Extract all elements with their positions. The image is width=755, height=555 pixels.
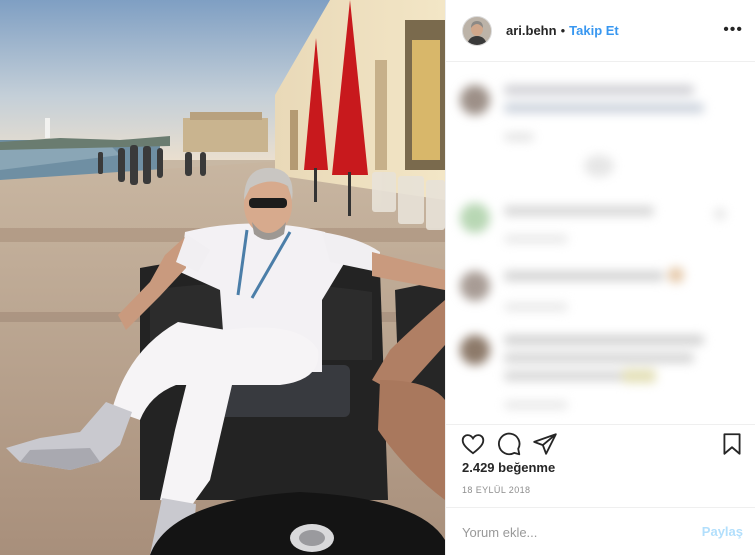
comment-text-blur xyxy=(504,353,694,363)
action-bar xyxy=(446,424,755,460)
comment-avatar xyxy=(460,85,490,115)
comment-input[interactable] xyxy=(462,522,692,542)
blurred-comments xyxy=(446,63,755,423)
heart-icon[interactable] xyxy=(460,431,486,457)
username-link[interactable]: ari.behn xyxy=(506,23,557,38)
comment-avatar xyxy=(460,271,490,301)
comment-meta-blur xyxy=(504,235,568,243)
comment-meta-blur xyxy=(504,303,568,311)
comment-meta-blur xyxy=(504,401,568,409)
comment-meta-blur xyxy=(504,133,534,141)
comment-text-blur xyxy=(504,371,624,381)
more-horizontal-icon[interactable]: ••• xyxy=(723,22,743,38)
photo-illustration xyxy=(0,0,445,555)
likes-count[interactable]: 2.429 beğenme xyxy=(462,460,555,475)
avatar-image xyxy=(463,16,491,45)
comment-text-blur xyxy=(504,271,664,281)
post-side-panel: ari.behn • Takip Et ••• 2.429 beğenme 18… xyxy=(445,0,755,555)
comment-text-blur xyxy=(504,335,704,345)
post-date[interactable]: 18 EYLÜL 2018 xyxy=(462,485,530,495)
post-comment-button[interactable]: Paylaş xyxy=(702,524,743,539)
separator-dot: • xyxy=(560,23,566,38)
comment-avatar xyxy=(460,203,490,233)
comment-text-blur xyxy=(504,103,704,113)
comment-icon[interactable] xyxy=(496,431,522,457)
comment-avatar xyxy=(460,335,490,365)
load-more-blur xyxy=(584,155,614,177)
bookmark-icon[interactable] xyxy=(719,431,745,457)
post-photo[interactable] xyxy=(0,0,445,555)
comment-form: Paylaş xyxy=(446,507,755,555)
comment-like-blur xyxy=(714,208,726,220)
comment-emoji-blur xyxy=(668,267,684,283)
comment-emoji-blur xyxy=(622,369,656,383)
paper-plane-icon[interactable] xyxy=(532,431,558,457)
avatar[interactable] xyxy=(462,15,492,46)
follow-button[interactable]: Takip Et xyxy=(569,23,619,38)
comment-text-blur xyxy=(504,206,654,216)
instagram-post: ari.behn • Takip Et ••• 2.429 beğenme 18… xyxy=(0,0,755,555)
post-header: ari.behn • Takip Et ••• xyxy=(446,0,755,62)
comments-list-blurred xyxy=(446,63,755,423)
comment-text-blur xyxy=(504,85,694,95)
